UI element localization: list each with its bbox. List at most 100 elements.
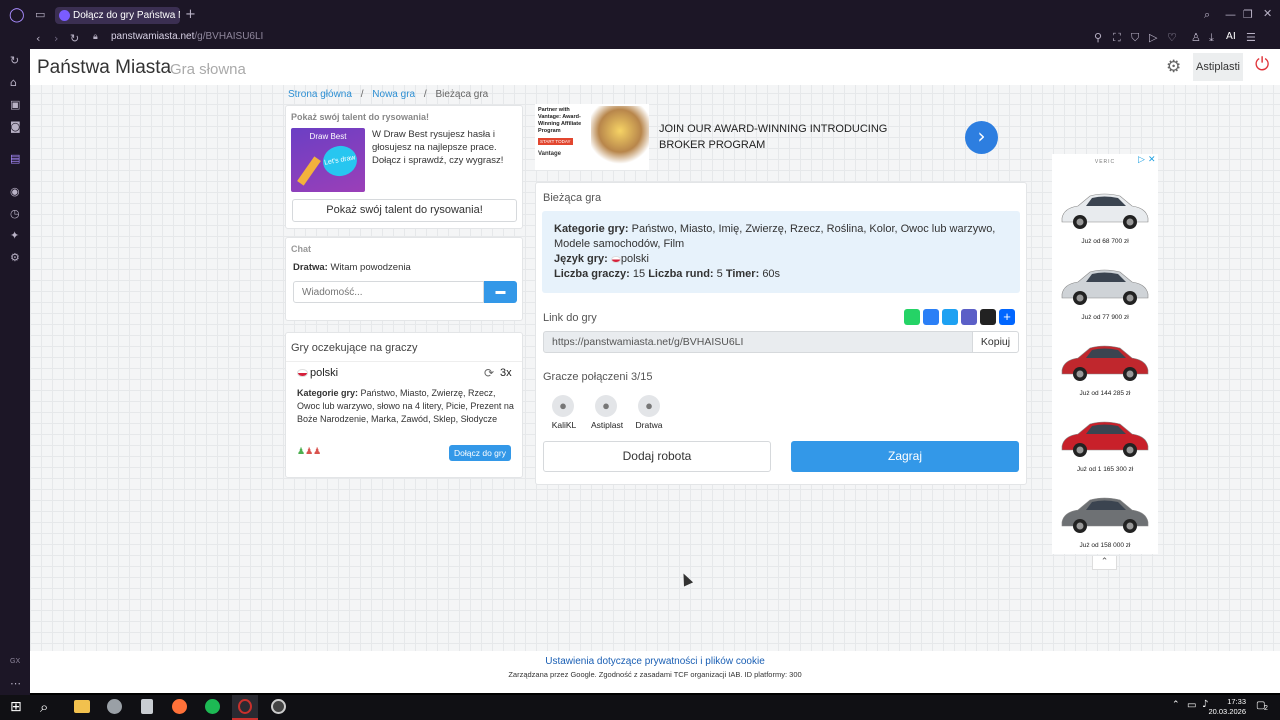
promo-image[interactable]: Draw Best Let's draw [291, 128, 365, 192]
adblock-icon[interactable]: ⛉ [1131, 32, 1139, 43]
aria-ai-button[interactable]: AI [1226, 32, 1236, 42]
heart-icon[interactable]: ♡ [1167, 32, 1177, 43]
windows-start-icon[interactable]: ⊞ [10, 699, 22, 715]
messenger-icon[interactable] [923, 309, 939, 325]
browser-tab-bar: ◯ ▭ Dołącz do gry Państwa Mi + ⌕ — ❐ ✕ [0, 0, 1280, 30]
teams-icon[interactable] [961, 309, 977, 325]
url-field[interactable]: panstwamiasta.net/g/BVHAISU6LI [111, 31, 263, 43]
account-icon[interactable]: ♙ [1191, 32, 1201, 43]
breadcrumb: Strona główna / Nowa gra / Bieżąca gra [288, 89, 488, 100]
car-price: Już od 158 000 zł [1079, 542, 1131, 549]
calculator-icon[interactable] [141, 699, 153, 714]
tab-active[interactable]: Dołącz do gry Państwa Mi [55, 7, 180, 24]
tab-menu-icon[interactable]: ▭ [35, 9, 45, 20]
side-car-ad[interactable]: VERIC ▷ ✕ Już od 68 700 zł Już od 77 900… [1052, 154, 1158, 554]
sidebar-twitch-icon[interactable]: ▤ [10, 153, 20, 164]
steam-icon[interactable] [271, 699, 286, 714]
logout-power-icon[interactable]: ⏻ [1255, 54, 1269, 75]
sidebar-settings-icon[interactable]: ⚙ [10, 252, 20, 263]
whatsapp-icon[interactable] [904, 309, 920, 325]
banner-ad-image[interactable]: Partner with Vantage: Award- Winning Aff… [535, 104, 649, 170]
join-game-button[interactable]: Dołącz do gry [449, 445, 511, 461]
firefox-icon[interactable] [172, 699, 187, 714]
new-tab-icon[interactable]: + [185, 8, 196, 21]
sidebar-messenger-icon[interactable]: ◙ [10, 121, 21, 132]
search-icon[interactable]: ⌕ [1204, 9, 1210, 20]
sidebar-player-icon[interactable]: ◉ [10, 186, 20, 197]
taskbar-search-icon[interactable]: ⌕ [40, 698, 48, 716]
connected-players-label: Gracze połączeni 3/15 [543, 371, 653, 383]
close-window-icon[interactable]: ✕ [1263, 8, 1272, 19]
sidebar-shop-icon[interactable]: ⌂ [10, 77, 17, 88]
banner-text-line1: JOIN OUR AWARD-WINNING INTRODUCING [659, 123, 888, 135]
settings-gear-icon[interactable]: ⚙ [1166, 57, 1181, 77]
twitter-icon[interactable] [942, 309, 958, 325]
ad-choices-icon[interactable]: ▷ [1138, 154, 1145, 165]
player-icon[interactable]: ▷ [1149, 32, 1157, 43]
ad-collapse-chevron-up-icon[interactable]: ⌃ [1092, 556, 1117, 570]
breadcrumb-home[interactable]: Strona główna [288, 89, 352, 100]
back-icon[interactable]: ‹ [36, 33, 40, 44]
easy-setup-icon[interactable]: ☰ [1246, 32, 1256, 43]
cookie-footer: Ustawienia dotyczące prywatności i plikó… [30, 651, 1280, 693]
share-plus-icon[interactable]: + [999, 309, 1015, 325]
google-managed-note: Zarządzana przez Google. Zgodność z zasa… [508, 670, 802, 679]
extensions-toolbar: ⚲ ⛶ ⛉ ▷ ♡ ♙ ⤓ AI ☰ [1094, 32, 1280, 46]
file-explorer-icon[interactable] [74, 700, 90, 713]
snapchat-icon[interactable] [980, 309, 996, 325]
taskbar-clock[interactable]: 17:33 20.03.2026 [1200, 697, 1246, 717]
ad-close-icon[interactable]: ✕ [1148, 154, 1156, 165]
network-icon[interactable]: ▭ [1187, 700, 1196, 711]
app-icon[interactable] [107, 699, 122, 714]
play-button[interactable]: Zagraj [791, 441, 1019, 472]
chat-input[interactable] [293, 281, 484, 303]
opera-logo-icon[interactable]: ◯ [9, 8, 25, 22]
trophy-icon [591, 106, 649, 168]
download-icon[interactable]: ⤓ [1209, 32, 1214, 43]
game-link-field[interactable]: https://panstwamiasta.net/g/BVHAISU6LI [543, 331, 973, 353]
opera-gx-taskbar-button[interactable] [232, 695, 258, 720]
breadcrumb-new-game[interactable]: Nowa gra [372, 89, 415, 100]
spotify-icon[interactable] [205, 699, 220, 714]
game-title: Bieżąca gra [543, 192, 602, 204]
car-image [1056, 184, 1152, 234]
waiting-games-card: Gry oczekujące na graczy polski ⟳ 3x Kat… [285, 332, 523, 478]
minimize-icon[interactable]: — [1225, 9, 1236, 20]
banner-ad-cta: START TODAY [538, 138, 573, 145]
notification-count: 2 [1264, 705, 1268, 712]
privacy-settings-link[interactable]: Ustawienia dotyczące prywatności i plikó… [30, 656, 1280, 667]
user-button[interactable]: Astiplasti [1193, 53, 1243, 81]
sidebar-more-icon[interactable]: ⋯ [10, 678, 21, 689]
url-host: panstwamiasta.net [111, 31, 195, 42]
car-image [1056, 336, 1152, 386]
car-image [1056, 488, 1152, 538]
tray-chevron-up-icon[interactable]: ⌃ [1172, 700, 1180, 710]
browser-sidebar: ↻ ⌂ ▣ ◙ ▤ ◉ ◷ ✦ ⚙ GX ⋯ [0, 30, 30, 695]
rounds-value: 5 [716, 268, 723, 280]
car-shape-icon [1061, 193, 1149, 229]
add-bot-button[interactable]: Dodaj robota [543, 441, 771, 472]
car-shape-icon [1061, 269, 1149, 305]
banner-text[interactable]: JOIN OUR AWARD-WINNING INTRODUCING BROKE… [659, 121, 887, 153]
sidebar-gx-corner-icon[interactable]: ▣ [10, 99, 20, 110]
banner-ad-line: Winning Affiliate [538, 121, 582, 127]
promo-button[interactable]: Pokaż swój talent do rysowania! [292, 199, 517, 222]
chat-send-button[interactable]: ▬ [484, 281, 517, 303]
car-image [1056, 412, 1152, 462]
sidebar-history-icon[interactable]: ◷ [10, 208, 20, 219]
sidebar-refresh-icon[interactable]: ↻ [10, 55, 19, 66]
snapshot-icon[interactable]: ⛶ [1113, 32, 1121, 43]
car-price: Już od 144 285 zł [1079, 390, 1131, 397]
site-brand[interactable]: Państwa Miasta [37, 57, 171, 79]
reload-icon[interactable]: ↻ [70, 33, 79, 44]
forward-icon[interactable]: › [54, 33, 58, 44]
copy-link-button[interactable]: Kopiuj [972, 331, 1019, 353]
car-price: Już od 68 700 zł [1081, 238, 1129, 245]
pin-icon[interactable]: ⚲ [1094, 32, 1102, 43]
banner-next-button[interactable]: › [965, 121, 998, 154]
waiting-heading: Gry oczekujące na graczy [291, 342, 418, 354]
sidebar-extensions-icon[interactable]: ✦ [10, 230, 19, 241]
rounds-cycle-icon: ⟳ [484, 366, 495, 380]
banner-ad-lines: Partner with Vantage: Award- Winning Aff… [538, 107, 593, 135]
restore-icon[interactable]: ❐ [1243, 9, 1253, 20]
